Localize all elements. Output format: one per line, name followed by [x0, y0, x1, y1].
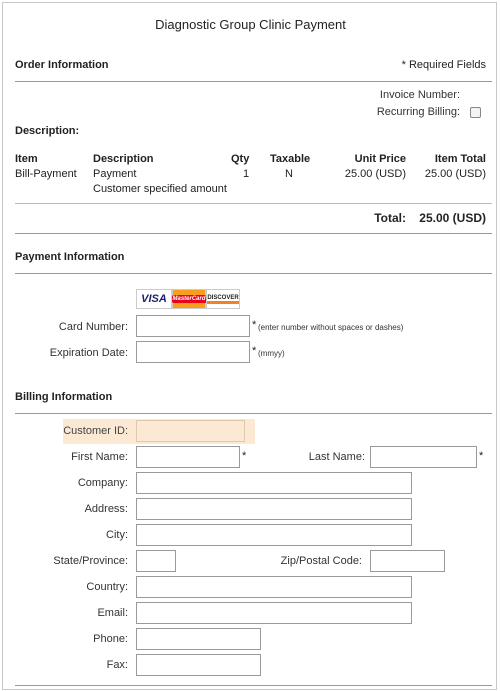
company-label: Company:	[77, 477, 128, 489]
payment-information-heading: Payment Information	[15, 251, 125, 263]
expiration-date-label: Expiration Date:	[49, 347, 128, 359]
company-input[interactable]	[136, 472, 412, 494]
required-fields-note: * Required Fields	[401, 59, 486, 71]
email-label: Email:	[97, 607, 128, 619]
col-header-taxable: Taxable	[270, 153, 311, 165]
card-number-hint: (enter number without spaces or dashes)	[258, 323, 404, 332]
state-province-input[interactable]	[136, 550, 176, 572]
expiration-date-input[interactable]	[136, 341, 250, 363]
col-header-unit-price: Unit Price	[354, 153, 406, 165]
order-information-heading: Order Information	[15, 59, 109, 71]
visa-card-logo: VISA	[136, 289, 172, 309]
billing-information-heading: Billing Information	[15, 391, 113, 403]
card-number-input[interactable]	[136, 315, 250, 337]
col-header-qty: Qty	[231, 153, 250, 165]
row-item: Bill-Payment	[15, 168, 77, 180]
address-label: Address:	[84, 503, 128, 515]
total-value: 25.00 (USD)	[419, 211, 486, 225]
country-input[interactable]	[136, 576, 412, 598]
divider	[15, 81, 492, 82]
recurring-billing-checkbox[interactable]	[470, 107, 481, 118]
address-input[interactable]	[136, 498, 412, 520]
col-header-description: Description	[93, 153, 154, 165]
page-title: Diagnostic Group Clinic Payment	[155, 17, 346, 32]
invoice-number-label: Invoice Number:	[379, 89, 460, 101]
discover-card-logo: DISCOVER	[206, 289, 240, 309]
divider	[15, 273, 492, 274]
discover-logo-text: DISCOVER	[207, 295, 239, 304]
card-number-label: Card Number:	[58, 321, 128, 333]
zip-postal-code-input[interactable]	[370, 550, 445, 572]
card-number-required: *	[252, 319, 257, 331]
city-label: City:	[106, 529, 128, 541]
divider	[15, 685, 492, 686]
phone-input[interactable]	[136, 628, 261, 650]
row-description-sub: Customer specified amount	[93, 183, 227, 195]
visa-logo-text: VISA	[141, 293, 167, 305]
col-header-item: Item	[15, 153, 38, 165]
row-taxable: N	[285, 168, 293, 180]
divider	[15, 233, 492, 234]
row-description: Payment	[93, 168, 137, 180]
customer-id-input[interactable]	[136, 420, 245, 442]
expiration-date-hint: (mmyy)	[258, 349, 285, 358]
country-label: Country:	[86, 581, 128, 593]
last-name-input[interactable]	[370, 446, 477, 468]
col-header-item-total: Item Total	[434, 153, 486, 165]
mastercard-logo-text: MasterCard	[171, 295, 207, 303]
recurring-billing-label: Recurring Billing:	[376, 106, 460, 118]
fax-label: Fax:	[106, 659, 128, 671]
expiration-date-required: *	[252, 345, 257, 357]
first-name-required: *	[242, 450, 247, 462]
payment-form-frame: Diagnostic Group Clinic Payment Order In…	[2, 2, 497, 690]
mastercard-card-logo: MasterCard	[171, 289, 207, 309]
last-name-required: *	[479, 450, 484, 462]
row-unit-price: 25.00 (USD)	[344, 168, 406, 180]
city-input[interactable]	[136, 524, 412, 546]
fax-input[interactable]	[136, 654, 261, 676]
divider	[15, 203, 492, 204]
phone-label: Phone:	[93, 633, 128, 645]
customer-id-label: Customer ID:	[63, 425, 128, 437]
row-item-total: 25.00 (USD)	[424, 168, 486, 180]
row-qty: 1	[243, 168, 250, 180]
email-input[interactable]	[136, 602, 412, 624]
total-label: Total:	[374, 211, 406, 225]
description-label: Description:	[15, 125, 80, 137]
first-name-input[interactable]	[136, 446, 240, 468]
last-name-label: Last Name:	[308, 451, 365, 463]
divider	[15, 413, 492, 414]
state-province-label: State/Province:	[53, 555, 128, 567]
first-name-label: First Name:	[71, 451, 128, 463]
zip-postal-code-label: Zip/Postal Code:	[280, 555, 362, 567]
